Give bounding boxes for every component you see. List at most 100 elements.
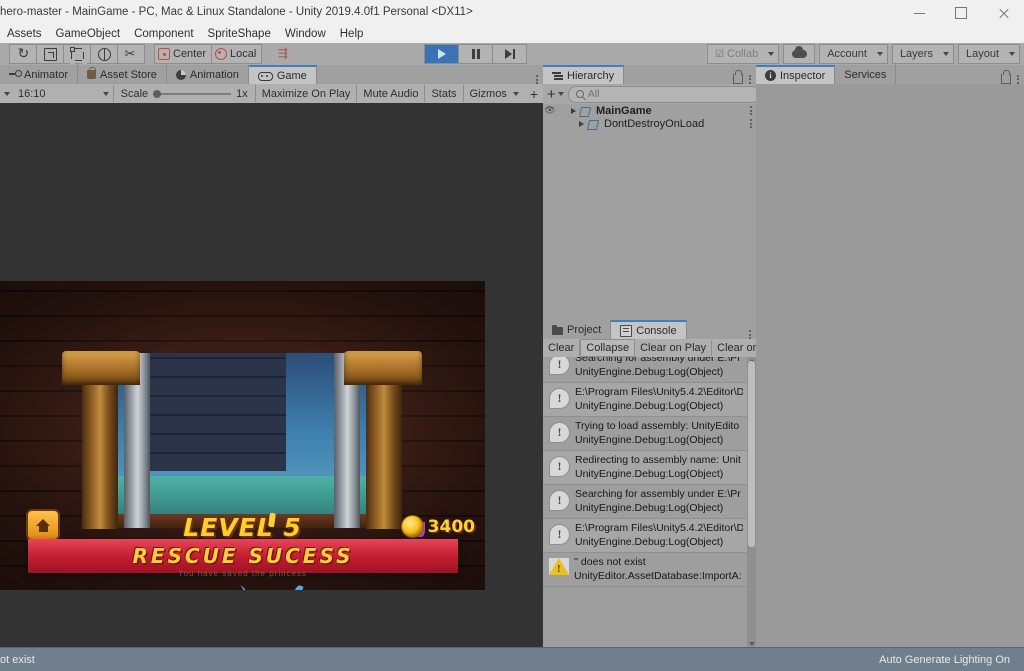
close-button[interactable] xyxy=(982,0,1024,26)
add-tab-button[interactable]: + xyxy=(525,86,543,102)
console-entry[interactable]: ! E:\Program Files\Unity5.4.2\Editor\D U… xyxy=(543,383,747,417)
console-entry[interactable]: ! Searching for assembly under E:\Pr Uni… xyxy=(543,357,747,383)
menu-item-component[interactable]: Component xyxy=(127,26,200,43)
grid-snapping-button[interactable] xyxy=(271,45,297,63)
row-menu-button[interactable] xyxy=(750,106,752,115)
custom-tool-button[interactable] xyxy=(117,44,145,64)
console-entry[interactable]: ! Redirecting to assembly name: Unit Uni… xyxy=(543,451,747,485)
game-view-canvas[interactable]: LEVEL 5 3400 RESCUE SUCESS You have save… xyxy=(0,103,543,648)
tab-hierarchy[interactable]: Hierarchy xyxy=(543,65,624,84)
panel-menu-button[interactable] xyxy=(749,330,751,339)
game-icon xyxy=(258,72,273,81)
console-scroll-thumb[interactable] xyxy=(748,361,755,547)
chevron-down-icon xyxy=(558,92,564,96)
play-button[interactable] xyxy=(424,44,458,64)
tab-console[interactable]: Console xyxy=(611,320,686,339)
clear-on-play-button[interactable]: Clear on Play xyxy=(635,340,712,356)
menu-item-help[interactable]: Help xyxy=(333,26,371,43)
info-icon: ! xyxy=(549,422,570,443)
pivot-mode-button[interactable]: Center xyxy=(154,44,211,64)
console-message-list[interactable]: ! Searching for assembly under E:\Pr Uni… xyxy=(543,357,756,648)
game-render-area[interactable]: LEVEL 5 3400 RESCUE SUCESS You have save… xyxy=(0,281,485,590)
console-scrollbar[interactable] xyxy=(747,357,756,648)
layers-button[interactable]: Layers xyxy=(892,44,954,64)
clear-button[interactable]: Clear xyxy=(543,340,580,356)
console-entry-stack: UnityEngine.Debug:Log(Object) xyxy=(575,535,743,549)
move-icon xyxy=(44,48,57,61)
mute-audio-button[interactable]: Mute Audio xyxy=(356,85,424,102)
scroll-down-icon[interactable] xyxy=(749,642,755,646)
gizmos-button[interactable]: Gizmos xyxy=(463,85,525,102)
pause-button[interactable] xyxy=(458,44,492,64)
lock-icon[interactable] xyxy=(733,74,743,84)
console-entry-message: '' does not exist xyxy=(574,555,742,569)
space-mode-button[interactable]: Local xyxy=(211,44,262,64)
tab-services-label: Services xyxy=(844,69,886,81)
auto-lighting-status: Auto Generate Lighting On xyxy=(879,654,1024,666)
maximize-button[interactable] xyxy=(940,0,982,26)
console-entry[interactable]: ! E:\Program Files\Unity5.4.2\Editor\D U… xyxy=(543,519,747,553)
title-bar: hero-master - MainGame - PC, Mac & Linux… xyxy=(0,0,1024,27)
console-entry[interactable]: ! '' does not exist UnityEditor.AssetDat… xyxy=(543,553,747,587)
panel-menu-button[interactable] xyxy=(536,75,538,84)
console-entry-stack: UnityEditor.AssetDatabase:ImportA: xyxy=(574,569,742,583)
coin-icon xyxy=(401,515,424,538)
tab-services[interactable]: Services xyxy=(835,65,896,84)
console-entry-stack: UnityEngine.Debug:Log(Object) xyxy=(575,399,743,413)
panel-menu-button[interactable] xyxy=(1017,75,1019,84)
rotate-tool-button[interactable] xyxy=(63,44,90,64)
hierarchy-tab-tools xyxy=(733,74,756,84)
visibility-toggle-icon[interactable]: 👁 xyxy=(543,105,557,116)
stats-button[interactable]: Stats xyxy=(424,85,462,102)
collab-check-icon: ☑ xyxy=(715,49,724,60)
chevron-right-icon[interactable] xyxy=(579,121,584,127)
menu-item-spriteshape[interactable]: SpriteShape xyxy=(201,26,278,43)
menu-item-assets[interactable]: Assets xyxy=(0,26,49,43)
status-bar[interactable]: ot exist Auto Generate Lighting On xyxy=(0,647,1024,671)
console-entry-message: Trying to load assembly: UnityEdito xyxy=(575,419,739,433)
step-button[interactable] xyxy=(492,44,527,64)
tab-project[interactable]: Project xyxy=(543,320,611,339)
scale-tool-button[interactable] xyxy=(90,44,117,64)
lock-icon[interactable] xyxy=(1001,74,1011,84)
gameobject-icon xyxy=(588,119,600,129)
move-tool-button[interactable] xyxy=(36,44,63,64)
console-entry-message: Redirecting to assembly name: Unit xyxy=(575,453,741,467)
castle-arch-scene xyxy=(68,353,416,528)
console-tab-tools xyxy=(749,330,756,339)
maximize-on-play-button[interactable]: Maximize On Play xyxy=(255,85,357,102)
collapse-button[interactable]: Collapse xyxy=(580,339,635,357)
row-menu-button[interactable] xyxy=(750,119,752,128)
collab-button[interactable]: ☑ Collab xyxy=(707,44,779,64)
console-entry[interactable]: ! Searching for assembly under E:\Pr Uni… xyxy=(543,485,747,519)
aspect-ratio-dropdown[interactable]: 16:10 xyxy=(12,85,113,102)
panel-menu-button[interactable] xyxy=(749,75,751,84)
chevron-right-icon[interactable] xyxy=(571,108,576,114)
minimize-button[interactable] xyxy=(898,0,940,26)
hierarchy-row-dontdestroyonload[interactable]: DontDestroyOnLoad xyxy=(543,117,756,130)
tab-animation[interactable]: Animation xyxy=(167,65,249,84)
clear-on-build-button[interactable]: Clear on Bu xyxy=(712,340,756,356)
create-object-button[interactable]: + xyxy=(547,87,564,102)
scale-slider-handle[interactable] xyxy=(153,90,161,98)
menu-item-window[interactable]: Window xyxy=(278,26,333,43)
collab-label: Collab xyxy=(727,48,758,60)
rotate-icon xyxy=(71,48,84,61)
tab-asset-store[interactable]: Asset Store xyxy=(78,65,167,84)
tab-inspector[interactable]: i Inspector xyxy=(756,65,835,84)
scale-slider-group[interactable]: Scale 1x xyxy=(114,88,255,100)
menu-item-gameobject[interactable]: GameObject xyxy=(49,26,128,43)
layout-label: Layout xyxy=(966,48,999,60)
scale-slider[interactable] xyxy=(153,93,231,95)
plus-icon: + xyxy=(547,87,556,102)
hierarchy-search-input[interactable]: All xyxy=(568,86,760,103)
console-entry[interactable]: ! Trying to load assembly: UnityEdito Un… xyxy=(543,417,747,451)
hierarchy-row-maingame[interactable]: 👁 MainGame xyxy=(543,104,756,117)
layout-button[interactable]: Layout xyxy=(958,44,1020,64)
services-cloud-button[interactable] xyxy=(783,44,815,64)
tab-animator[interactable]: Animator xyxy=(0,65,78,84)
account-button[interactable]: Account xyxy=(819,44,888,64)
hand-tool-button[interactable] xyxy=(9,44,36,64)
hierarchy-panel: Hierarchy + All 👁 MainGame xyxy=(543,65,756,320)
tab-game[interactable]: Game xyxy=(249,65,317,84)
